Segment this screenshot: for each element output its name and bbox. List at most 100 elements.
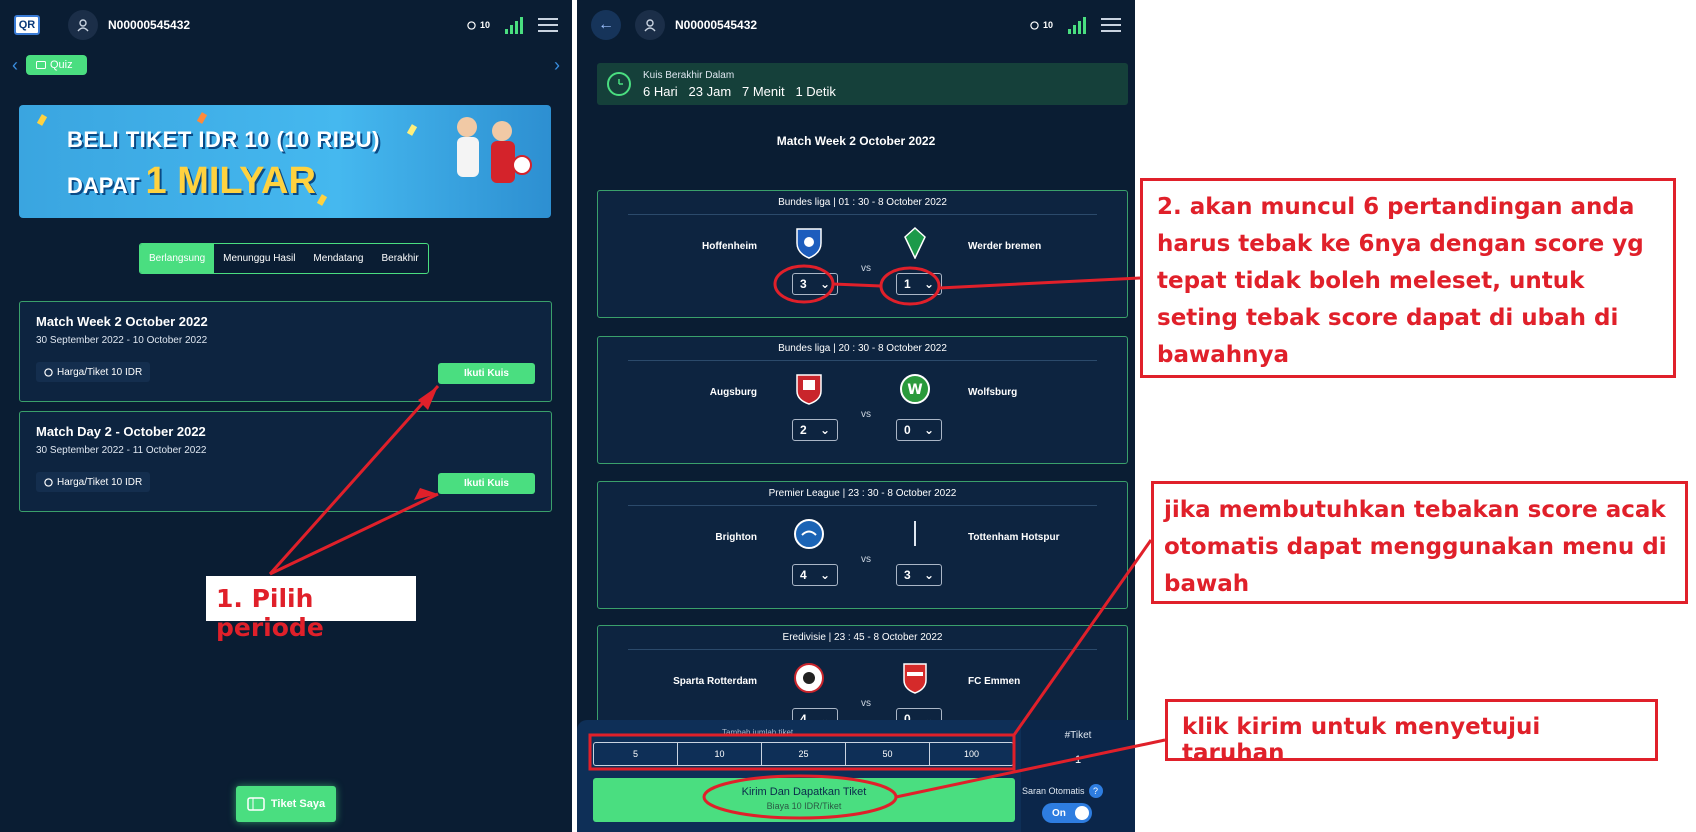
coin-value: 10: [479, 20, 490, 30]
annotation-step-2: 2. akan muncul 6 pertandingan anda harus…: [1140, 178, 1676, 378]
user-avatar[interactable]: [635, 10, 665, 40]
quiz-icon: [36, 61, 46, 69]
home-score-select[interactable]: 2 ⌄: [792, 419, 838, 441]
quiz-countdown: Kuis Berakhir Dalam 6 Hari 23 Jam 7 Meni…: [597, 63, 1128, 105]
home-team: Brighton: [715, 532, 757, 543]
tab-berlangsung[interactable]: Berlangsung: [140, 244, 215, 273]
away-team: FC Emmen: [968, 676, 1021, 687]
qty-option-10[interactable]: 10: [678, 743, 762, 765]
fc-emmen-crest-icon: [898, 661, 932, 695]
away-score-select[interactable]: 3 ⌄: [896, 564, 942, 586]
ticket-quantity-selector: 5 10 25 50 100: [593, 742, 1014, 766]
period-title: Match Week 2 October 2022: [36, 314, 208, 329]
send-button-label: Kirim Dan Dapatkan Tiket: [741, 786, 867, 798]
match-card: Premier League | 23 : 30 - 8 October 202…: [597, 481, 1128, 609]
hamburger-menu-icon[interactable]: [1101, 18, 1121, 32]
vs-label: vs: [861, 409, 871, 420]
vs-label: vs: [861, 698, 871, 709]
match-card: Bundes liga | 20 : 30 - 8 October 2022 A…: [597, 336, 1128, 464]
coin-value: 10: [1042, 20, 1053, 30]
wolfsburg-crest-icon: W: [898, 372, 932, 406]
quiz-tab-label: Quiz: [50, 59, 73, 71]
match-header: Bundes liga | 20 : 30 - 8 October 2022: [628, 343, 1097, 361]
user-icon: [77, 19, 89, 32]
chevron-down-icon: ⌄: [819, 277, 830, 291]
add-ticket-label: Tambah jumlah tiket: [722, 728, 794, 737]
period-status-tabs: Berlangsung Menunggu Hasil Mendatang Ber…: [139, 243, 429, 274]
qty-option-5[interactable]: 5: [594, 743, 678, 765]
username: N00000545432: [675, 18, 758, 32]
vs-label: vs: [861, 554, 871, 565]
hoffenheim-crest-icon: [792, 226, 826, 260]
away-score-select[interactable]: 0 ⌄: [896, 419, 942, 441]
auto-suggest-toggle[interactable]: On: [1042, 803, 1092, 823]
qty-option-25[interactable]: 25: [762, 743, 846, 765]
vs-label: vs: [861, 263, 871, 274]
coin-icon: [1030, 20, 1039, 30]
away-score-value: 0: [904, 423, 911, 437]
my-tickets-button[interactable]: Tiket Saya: [236, 786, 336, 822]
promo-banner[interactable]: BELI TIKET IDR 10 (10 RIBU) DAPAT 1 MILYA…: [19, 105, 551, 218]
auto-suggest-label: Saran Otomatis?: [1022, 784, 1103, 798]
banner-line-2: DAPAT 1 MILYAR: [67, 160, 316, 203]
right-app-screen: ← N00000545432 10 Kuis Berakhir Dalam 6 …: [577, 0, 1135, 832]
left-app-screen: QR N00000545432 10 ‹ Quiz › BELI TIKET I…: [0, 0, 572, 832]
join-quiz-button[interactable]: Ikuti Kuis: [438, 473, 535, 494]
help-icon[interactable]: ?: [1088, 784, 1103, 798]
home-score-select[interactable]: 3 ⌄: [792, 273, 838, 295]
user-icon: [644, 19, 656, 32]
match-card: Bundes liga | 01 : 30 - 8 October 2022 H…: [597, 190, 1128, 318]
ticket-bottom-bar: Tambah jumlah tiket 5 10 25 50 100 Kirim…: [577, 720, 1135, 832]
send-and-get-ticket-button[interactable]: Kirim Dan Dapatkan Tiket Biaya 10 IDR/Ti…: [593, 778, 1015, 822]
home-score-select[interactable]: 4 ⌄: [792, 564, 838, 586]
period-dates: 30 September 2022 - 11 October 2022: [36, 445, 207, 456]
annotation-step-3: jika membutuhkan tebakan score acak otom…: [1151, 481, 1688, 604]
back-arrow-icon[interactable]: ←: [591, 10, 621, 40]
price-label: Harga/Tiket 10 IDR: [57, 476, 143, 488]
home-score-value: 2: [800, 423, 807, 437]
banner-line-2-prefix: DAPAT: [67, 173, 140, 198]
away-score-select[interactable]: 1 ⌄: [896, 273, 942, 295]
user-avatar[interactable]: [68, 10, 98, 40]
hamburger-menu-icon[interactable]: [538, 18, 558, 32]
signal-icon: [1068, 17, 1086, 34]
ticket-count-header: #Tiket: [1064, 730, 1092, 741]
my-tickets-label: Tiket Saya: [270, 798, 326, 810]
price-chip: Harga/Tiket 10 IDR: [36, 472, 151, 492]
match-header: Bundes liga | 01 : 30 - 8 October 2022: [628, 197, 1097, 215]
quiz-subnav: ‹ Quiz ›: [12, 52, 560, 78]
quiz-tab[interactable]: Quiz: [26, 55, 87, 75]
brighton-crest-icon: [792, 517, 826, 551]
clock-icon: [607, 72, 631, 96]
tottenham-crest-icon: [898, 517, 932, 551]
chevron-down-icon: ⌄: [819, 568, 830, 582]
sparta-rotterdam-crest-icon: [792, 661, 826, 695]
home-team: Hoffenheim: [702, 241, 757, 252]
banner-prize: 1 MILYAR: [145, 160, 316, 202]
auto-suggest-text: Saran Otomatis: [1022, 786, 1085, 796]
svg-text:W: W: [907, 382, 922, 398]
home-score-value: 4: [800, 568, 807, 582]
qty-option-100[interactable]: 100: [930, 743, 1013, 765]
home-team: Sparta Rotterdam: [673, 676, 757, 687]
chevron-left-icon[interactable]: ‹: [12, 55, 18, 76]
chevron-down-icon: ⌄: [819, 423, 830, 437]
tab-menunggu-hasil[interactable]: Menunggu Hasil: [214, 244, 304, 273]
coin-icon: [44, 367, 53, 377]
annotation-step-1: 1. Pilih periode: [206, 576, 416, 642]
period-dates: 30 September 2022 - 10 October 2022: [36, 335, 208, 346]
tab-mendatang[interactable]: Mendatang: [304, 244, 372, 273]
coin-icon: [44, 477, 53, 487]
away-score-value: 3: [904, 568, 911, 582]
banner-models-image: [457, 117, 532, 183]
away-score-value: 1: [904, 277, 911, 291]
qty-option-50[interactable]: 50: [846, 743, 930, 765]
home-score-value: 3: [800, 277, 807, 291]
coin-icon: [467, 20, 476, 30]
tab-berakhir[interactable]: Berakhir: [372, 244, 427, 273]
app-logo[interactable]: QR: [14, 15, 40, 35]
augsburg-crest-icon: [792, 372, 826, 406]
chevron-right-icon[interactable]: ›: [554, 55, 560, 76]
join-quiz-button[interactable]: Ikuti Kuis: [438, 363, 535, 384]
price-chip: Harga/Tiket 10 IDR: [36, 362, 151, 382]
